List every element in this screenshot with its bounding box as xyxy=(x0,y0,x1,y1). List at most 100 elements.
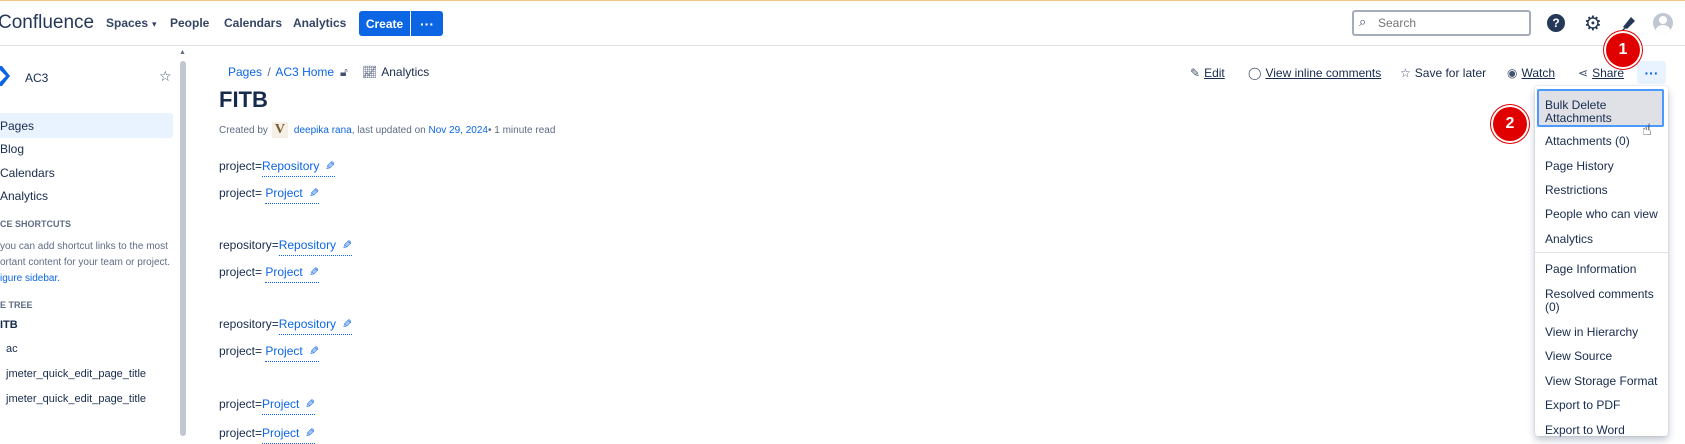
breadcrumb-analytics-label: Analytics xyxy=(381,65,430,79)
project-link[interactable]: Project ✎ xyxy=(265,265,319,283)
save-for-later-button[interactable]: ☆ Save for later xyxy=(1400,66,1486,80)
content-line: project= Project ✎ xyxy=(219,186,319,204)
pencil-icon[interactable]: ✎ xyxy=(309,186,319,200)
nav-people[interactable]: People xyxy=(170,16,209,30)
content-line: repository=Repository ✎ xyxy=(219,317,353,335)
pencil-icon[interactable]: ✎ xyxy=(342,238,352,252)
configure-sidebar-link[interactable]: igure sidebar. xyxy=(0,271,60,287)
search-input[interactable] xyxy=(1376,15,1530,31)
line-prefix: project= xyxy=(219,397,263,411)
author-link[interactable]: deepika rana xyxy=(294,125,352,136)
read-time: • 1 minute read xyxy=(487,124,556,136)
view-inline-comments-button[interactable]: ◯ View inline comments xyxy=(1248,66,1381,80)
breadcrumb: Pages / AC3 Home xyxy=(228,65,334,79)
tree-item-jmeter-2[interactable]: jmeter_quick_edit_page_title xyxy=(6,393,146,405)
pencil-icon[interactable]: ✎ xyxy=(305,397,315,411)
eye-icon: ◉ xyxy=(1507,66,1518,80)
pencil-icon[interactable]: ✎ xyxy=(305,426,315,440)
sidebar-item-analytics[interactable]: Analytics xyxy=(0,189,48,203)
help-button[interactable]: ? xyxy=(1545,12,1567,34)
breadcrumb-pages[interactable]: Pages xyxy=(228,65,262,79)
nav-spaces[interactable]: Spaces ▾ xyxy=(106,16,157,30)
edit-button[interactable]: ✎ Edit xyxy=(1190,66,1225,80)
notifications-button[interactable] xyxy=(1618,12,1640,34)
tree-item-jmeter-1[interactable]: jmeter_quick_edit_page_title xyxy=(6,368,146,380)
sidebar-item-calendars[interactable]: Calendars xyxy=(0,166,55,180)
line-prefix: project= xyxy=(219,426,263,440)
line-prefix: project= xyxy=(219,159,263,173)
space-name[interactable]: AC3 xyxy=(25,71,48,85)
hand-cursor-icon: ☝ xyxy=(1642,122,1652,139)
menu-item-people-who-can-view[interactable]: People who can view xyxy=(1545,208,1663,221)
menu-item-view-source[interactable]: View Source xyxy=(1545,350,1663,363)
breadcrumb-home[interactable]: AC3 Home xyxy=(275,65,334,79)
link-text: Project xyxy=(262,397,300,411)
nav-calendars[interactable]: Calendars xyxy=(224,16,282,30)
profile-button[interactable] xyxy=(1652,12,1674,34)
share-icon: ⋖ xyxy=(1578,66,1589,80)
project-link[interactable]: Project ✎ xyxy=(262,397,316,415)
menu-item-view-in-hierarchy[interactable]: View in Hierarchy xyxy=(1545,326,1663,339)
content-line: project= Project ✎ xyxy=(219,265,319,283)
content-line: project=Repository ✎ xyxy=(219,159,336,177)
tree-item-fitb[interactable]: ITB xyxy=(0,319,18,331)
create-more-button[interactable]: ··· xyxy=(411,11,443,36)
lock-icon[interactable]: 🔓︎ xyxy=(340,65,348,80)
repository-link[interactable]: Repository ✎ xyxy=(278,317,353,335)
tree-item-ac[interactable]: ac xyxy=(6,343,18,355)
menu-item-export-to-pdf[interactable]: Export to PDF xyxy=(1545,399,1663,412)
repository-link[interactable]: Repository ✎ xyxy=(278,238,353,256)
gear-icon: ⚙ xyxy=(1584,12,1602,35)
author-avatar[interactable]: V xyxy=(271,122,288,138)
inline-comments-label: View inline comments xyxy=(1265,66,1382,80)
link-text: Repository xyxy=(278,317,337,331)
repository-link[interactable]: Repository ✎ xyxy=(262,159,336,177)
pencil-icon[interactable]: ✎ xyxy=(309,265,319,279)
page-tree-heading: E TREE xyxy=(0,300,33,310)
link-text: Project xyxy=(265,186,303,200)
project-link[interactable]: Project ✎ xyxy=(265,344,319,362)
menu-item-view-storage-format[interactable]: View Storage Format xyxy=(1545,375,1663,388)
menu-item-page-information[interactable]: Page Information xyxy=(1545,263,1663,276)
sidebar-scrollbar[interactable]: ▲ xyxy=(179,46,187,436)
shortcuts-text-2: ortant content for your team or project. xyxy=(0,257,171,268)
notification-icon xyxy=(1622,17,1635,31)
chart-icon: 📈︎ xyxy=(362,65,378,79)
menu-item-page-history[interactable]: Page History xyxy=(1545,160,1663,173)
menu-divider xyxy=(1535,252,1668,253)
line-prefix: repository= xyxy=(219,317,279,331)
settings-button[interactable]: ⚙ xyxy=(1582,12,1604,35)
create-button[interactable]: Create xyxy=(359,11,410,36)
watch-label: Watch xyxy=(1521,66,1556,80)
search-box[interactable]: ⌕ xyxy=(1352,10,1531,36)
line-prefix: repository= xyxy=(219,238,279,252)
sidebar-item-blog[interactable]: Blog xyxy=(0,142,24,156)
breadcrumb-analytics[interactable]: 📈︎ Analytics xyxy=(362,65,429,79)
menu-item-resolved-comments[interactable]: Resolved comments (0) xyxy=(1545,288,1663,314)
share-button[interactable]: ⋖ Share xyxy=(1578,66,1624,80)
watch-button[interactable]: ◉ Watch xyxy=(1507,66,1555,80)
link-text: Project xyxy=(265,265,303,279)
project-link[interactable]: Project ✎ xyxy=(265,186,319,204)
star-icon[interactable]: ☆ xyxy=(159,68,172,85)
page-byline: Created by V deepika rana , last updated… xyxy=(219,122,555,138)
updated-date-link[interactable]: Nov 29, 2024 xyxy=(428,125,488,136)
nav-spaces-label: Spaces xyxy=(106,16,149,30)
nav-analytics[interactable]: Analytics xyxy=(293,16,346,30)
sidebar-item-pages[interactable]: Pages xyxy=(0,119,34,133)
menu-item-analytics[interactable]: Analytics xyxy=(1545,233,1663,246)
share-label: Share xyxy=(1592,66,1625,80)
scroll-up-icon[interactable]: ▲ xyxy=(179,49,186,56)
scrollbar-thumb[interactable] xyxy=(180,61,186,436)
more-actions-button[interactable]: ··· xyxy=(1637,61,1666,84)
pencil-icon[interactable]: ✎ xyxy=(309,344,319,358)
pencil-icon[interactable]: ✎ xyxy=(325,159,335,173)
confluence-logo[interactable]: Confluence xyxy=(0,12,94,34)
page-title: FITB xyxy=(219,87,268,112)
project-link[interactable]: Project ✎ xyxy=(262,426,316,444)
pencil-icon[interactable]: ✎ xyxy=(342,317,352,331)
menu-item-export-to-word[interactable]: Export to Word xyxy=(1545,424,1663,437)
menu-item-restrictions[interactable]: Restrictions xyxy=(1545,184,1663,197)
star-icon: ☆ xyxy=(1400,66,1411,80)
line-prefix: project= xyxy=(219,344,266,358)
